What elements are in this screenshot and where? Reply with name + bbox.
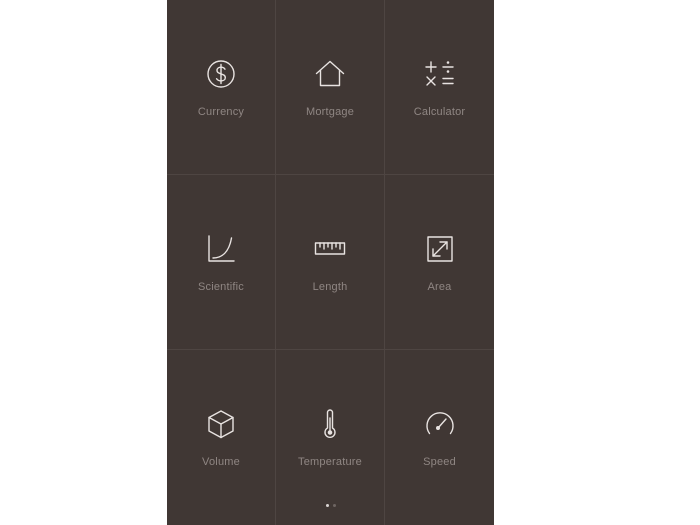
calculator-operators-icon	[424, 58, 456, 90]
page-indicator	[167, 504, 494, 510]
ruler-icon	[314, 233, 346, 265]
tile-scientific[interactable]: Scientific	[167, 175, 276, 350]
tile-mortgage[interactable]: Mortgage	[276, 0, 385, 175]
house-icon	[314, 58, 346, 90]
tile-label: Calculator	[413, 106, 466, 118]
tile-temperature[interactable]: Temperature	[276, 350, 385, 525]
page-dot[interactable]	[332, 504, 336, 507]
dollar-circle-icon	[205, 58, 237, 90]
tile-length[interactable]: Length	[276, 175, 385, 350]
app-screen: Currency Mortgage Calculator Scientific …	[167, 0, 494, 525]
tile-speed[interactable]: Speed	[385, 350, 494, 525]
tile-label: Length	[312, 281, 348, 293]
thermometer-icon	[314, 408, 346, 440]
tile-volume[interactable]: Volume	[167, 350, 276, 525]
tool-grid: Currency Mortgage Calculator Scientific …	[167, 0, 494, 525]
tile-label: Speed	[423, 456, 456, 468]
speedometer-icon	[424, 408, 456, 440]
curve-graph-icon	[205, 233, 237, 265]
cube-icon	[205, 408, 237, 440]
tile-currency[interactable]: Currency	[167, 0, 276, 175]
tile-label: Area	[427, 281, 452, 293]
expand-arrows-icon	[424, 233, 456, 265]
tile-label: Currency	[197, 106, 245, 118]
tile-calculator[interactable]: Calculator	[385, 0, 494, 175]
tile-label: Temperature	[298, 456, 362, 468]
tile-label: Mortgage	[305, 106, 355, 118]
page-dot-active[interactable]	[325, 504, 329, 507]
tile-area[interactable]: Area	[385, 175, 494, 350]
tile-label: Scientific	[197, 281, 245, 293]
tile-label: Volume	[202, 456, 240, 468]
